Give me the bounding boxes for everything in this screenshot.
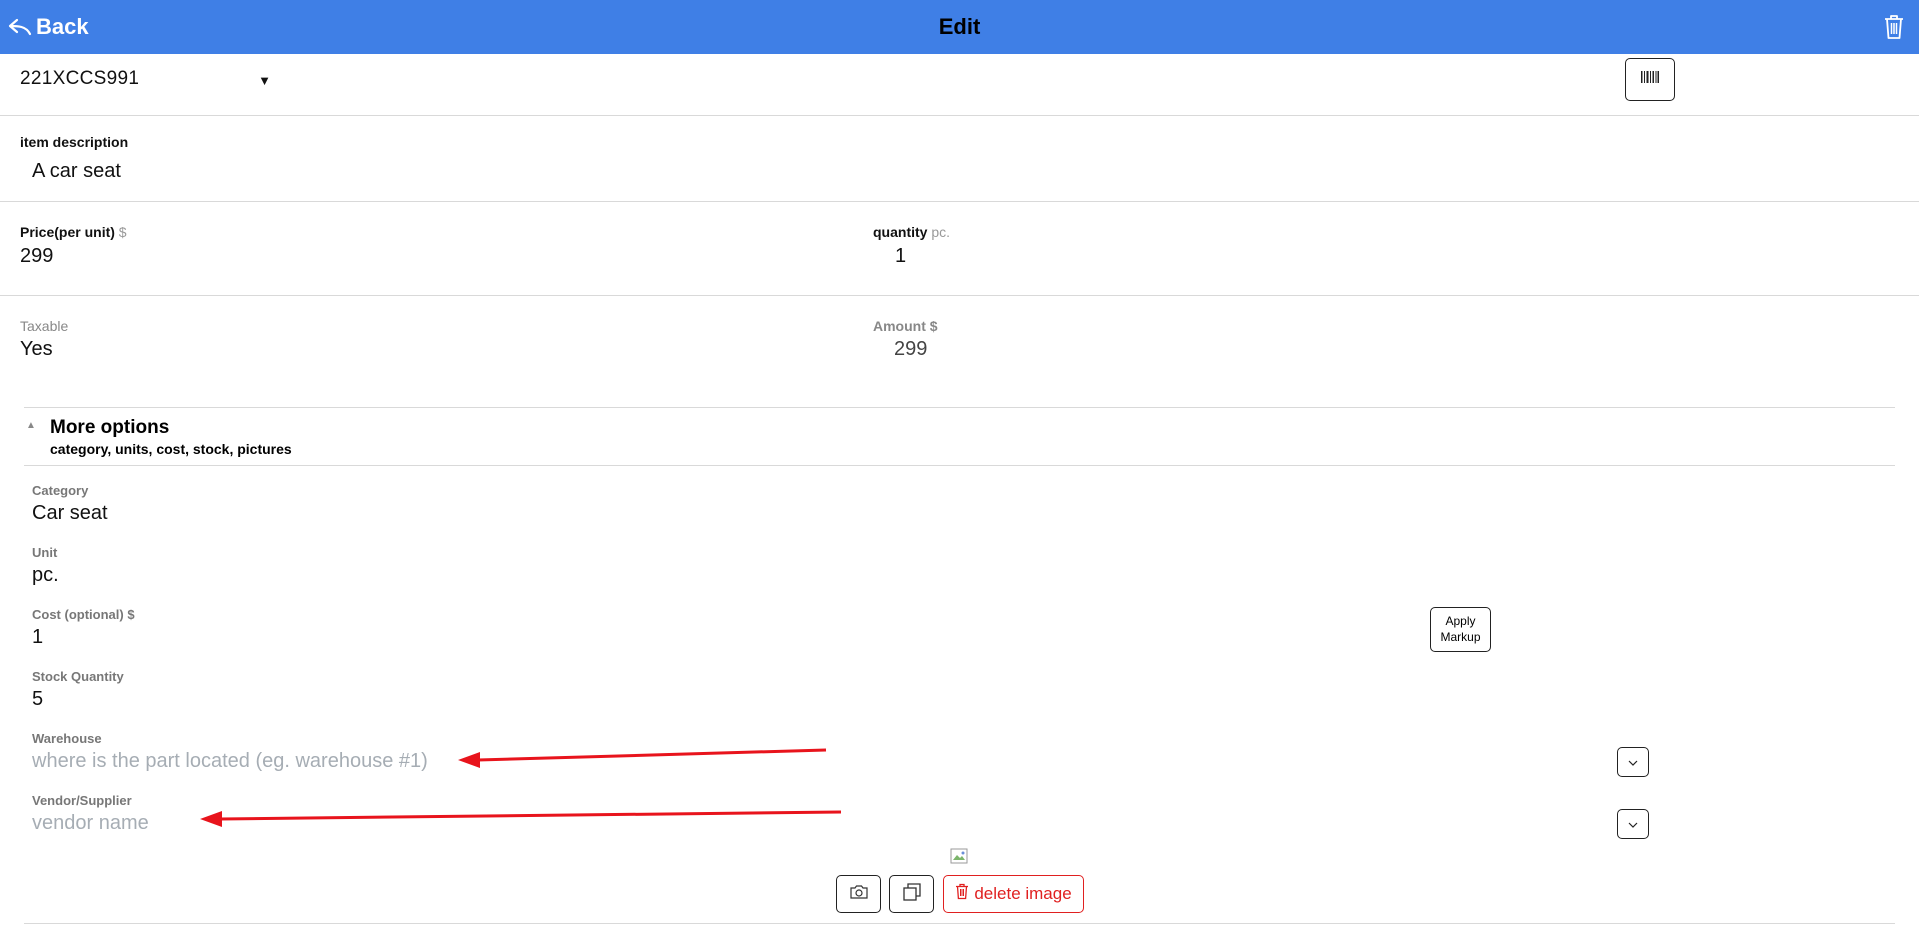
camera-icon bbox=[849, 884, 869, 905]
category-input[interactable]: Car seat bbox=[32, 502, 108, 525]
divider bbox=[0, 115, 1919, 116]
quantity-label-text: quantity bbox=[873, 224, 928, 240]
vendor-dropdown-button[interactable] bbox=[1617, 809, 1649, 839]
arrow-to-vendor bbox=[200, 810, 842, 827]
quantity-input[interactable]: 1 bbox=[895, 245, 906, 268]
copy-icon bbox=[902, 882, 922, 907]
category-label: Category bbox=[32, 483, 89, 498]
chevron-down-icon bbox=[1628, 753, 1638, 771]
unit-label: Unit bbox=[32, 545, 58, 560]
description-label: item description bbox=[20, 134, 129, 150]
taxable-select[interactable]: Yes bbox=[20, 338, 53, 361]
quantity-unit: pc. bbox=[931, 224, 951, 240]
item-code-value: 221XCCS991 bbox=[20, 68, 140, 89]
amount-value: 299 bbox=[894, 338, 928, 360]
unit-input[interactable]: pc. bbox=[32, 564, 59, 587]
reply-arrow-icon bbox=[8, 17, 32, 37]
caret-down-icon: ▼ bbox=[258, 73, 271, 88]
delete-image-label: delete image bbox=[974, 884, 1072, 903]
collapse-triangle-icon[interactable]: ▲ bbox=[26, 420, 36, 431]
chevron-down-icon bbox=[1628, 815, 1638, 833]
vendor-label: Vendor/Supplier bbox=[32, 793, 132, 808]
trash-icon bbox=[1882, 15, 1906, 45]
description-input[interactable]: A car seat bbox=[32, 160, 121, 183]
more-options-subtitle: category, units, cost, stock, pictures bbox=[50, 441, 292, 457]
back-button[interactable]: Back bbox=[8, 12, 89, 42]
back-label: Back bbox=[36, 14, 89, 39]
take-photo-button[interactable] bbox=[836, 875, 881, 913]
barcode-icon bbox=[1640, 70, 1660, 89]
divider bbox=[0, 201, 1919, 202]
broken-image-icon bbox=[950, 848, 970, 866]
delete-item-button[interactable] bbox=[1882, 13, 1906, 41]
price-label-text: Price(per unit) bbox=[20, 224, 115, 240]
trash-icon bbox=[955, 883, 969, 905]
price-label: Price(per unit) $ bbox=[20, 224, 127, 240]
stock-input[interactable]: 5 bbox=[32, 688, 43, 711]
apply-markup-button[interactable]: Apply Markup bbox=[1430, 607, 1491, 652]
warehouse-input[interactable]: where is the part located (eg. warehouse… bbox=[32, 750, 428, 773]
price-input[interactable]: 299 bbox=[20, 245, 53, 268]
quantity-label: quantity pc. bbox=[873, 224, 950, 240]
arrow-to-warehouse bbox=[458, 748, 827, 768]
vendor-input[interactable]: vendor name bbox=[32, 812, 149, 835]
warehouse-label: Warehouse bbox=[32, 731, 102, 746]
top-app-bar: Back Edit bbox=[0, 0, 1919, 54]
annotation-arrows bbox=[200, 748, 842, 827]
item-code-select[interactable]: 221XCCS991 ▼ bbox=[20, 68, 275, 94]
stock-label: Stock Quantity bbox=[32, 669, 124, 684]
more-options-toggle[interactable]: More options bbox=[50, 417, 169, 439]
divider bbox=[0, 295, 1919, 296]
page-title: Edit bbox=[938, 14, 981, 39]
amount-label: Amount $ bbox=[873, 318, 938, 334]
cost-label: Cost (optional) $ bbox=[32, 607, 135, 622]
divider bbox=[24, 407, 1895, 408]
gallery-button[interactable] bbox=[889, 875, 934, 913]
divider bbox=[24, 465, 1895, 466]
cost-input[interactable]: 1 bbox=[32, 626, 43, 649]
taxable-label: Taxable bbox=[20, 318, 69, 334]
delete-image-button[interactable]: delete image bbox=[943, 875, 1084, 913]
price-unit: $ bbox=[118, 224, 127, 240]
warehouse-dropdown-button[interactable] bbox=[1617, 747, 1649, 777]
divider bbox=[24, 923, 1895, 924]
scan-barcode-button[interactable] bbox=[1625, 58, 1675, 101]
